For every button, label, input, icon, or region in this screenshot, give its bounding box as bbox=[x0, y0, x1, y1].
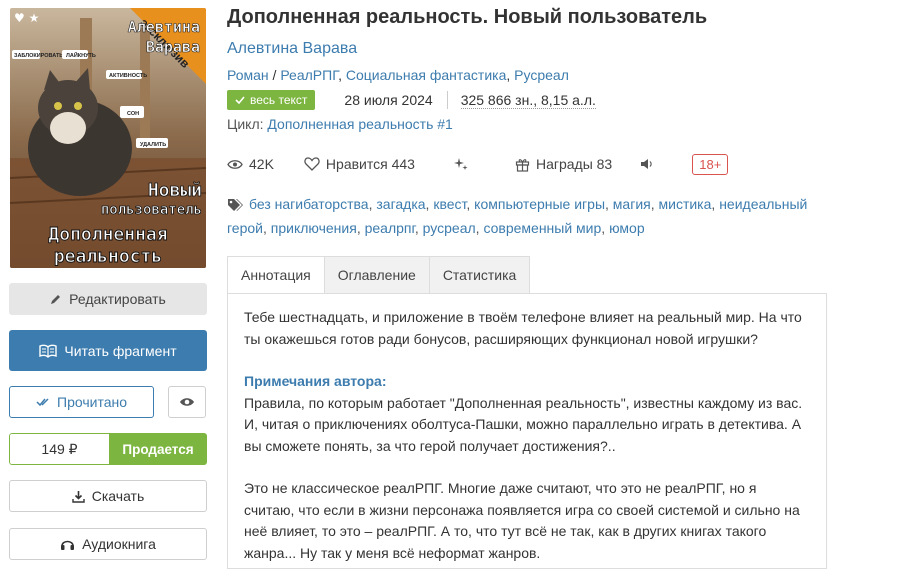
eye-icon bbox=[179, 396, 195, 408]
svg-text:♥ ★: ♥ ★ bbox=[14, 11, 39, 25]
tab-annotation[interactable]: Аннотация bbox=[227, 256, 325, 294]
tag-link[interactable]: магия bbox=[613, 196, 651, 212]
tag-link[interactable]: русреал bbox=[423, 220, 476, 236]
book-size: 325 866 зн., 8,15 а.л. bbox=[460, 91, 596, 109]
speaker-icon bbox=[641, 159, 652, 169]
tag-list: без нагибаторства, загадка, квест, компь… bbox=[227, 196, 808, 236]
tag-link[interactable]: юмор bbox=[609, 220, 645, 236]
svg-text:Новый: Новый bbox=[148, 180, 202, 201]
mark-read-button[interactable]: Прочитано bbox=[9, 386, 154, 418]
edit-button[interactable]: Редактировать bbox=[9, 283, 207, 315]
full-text-badge: весь текст bbox=[227, 90, 316, 110]
tag-link[interactable]: загадка bbox=[376, 196, 425, 212]
cycle-link[interactable]: Дополненная реальность #1 bbox=[267, 116, 452, 132]
genre-link[interactable]: РеалРПГ bbox=[280, 67, 338, 83]
tag-link[interactable]: мистика bbox=[659, 196, 712, 212]
divider bbox=[446, 91, 448, 109]
svg-text:Дополненная: Дополненная bbox=[48, 224, 167, 245]
watch-button[interactable] bbox=[168, 386, 206, 418]
book-meta: весь текст 28 июля 2024 325 866 зн., 8,1… bbox=[227, 90, 596, 110]
tag-link[interactable]: реалрпг bbox=[365, 220, 415, 236]
cycle-info: Цикл: Дополненная реальность #1 bbox=[227, 116, 453, 132]
heart-icon bbox=[304, 157, 320, 171]
edit-button-label: Редактировать bbox=[69, 291, 166, 307]
cover-art: эксклюзив ♥ ★ Алевтина Варава ЗАБЛОКИРОВ… bbox=[10, 8, 206, 268]
gift-icon bbox=[515, 158, 530, 172]
svg-text:СОН: СОН bbox=[127, 111, 139, 117]
tag-link[interactable]: современный мир bbox=[483, 220, 601, 236]
awards-count: Награды 83 bbox=[535, 156, 613, 172]
genre-link[interactable]: Социальная фантастика bbox=[346, 67, 507, 83]
likes-count: Нравится 443 bbox=[325, 156, 415, 172]
author-link[interactable]: Алевтина Варава bbox=[227, 40, 357, 58]
awards-button[interactable]: Награды 83 bbox=[515, 156, 612, 172]
mark-read-label: Прочитано bbox=[57, 394, 127, 410]
genre-list: Роман / РеалРПГ, Социальная фантастика, … bbox=[227, 67, 569, 83]
tag-link[interactable]: приключения bbox=[271, 220, 357, 236]
stats-bar: 42K Нравится 443 Награды 83 18+ bbox=[227, 152, 729, 176]
age-rating-badge: 18+ bbox=[692, 153, 729, 175]
svg-text:АКТИВНОСТЬ: АКТИВНОСТЬ bbox=[109, 73, 147, 79]
audiobook-label: Аудиокнига bbox=[82, 536, 156, 552]
audio-icon-button[interactable] bbox=[640, 158, 660, 170]
tags-icon bbox=[227, 197, 243, 218]
sparkles-icon bbox=[453, 158, 468, 170]
author-notes-text: Правила, по которым работает "Дополненна… bbox=[244, 394, 803, 454]
price-label: 149 ₽ bbox=[9, 433, 109, 465]
like-button[interactable]: Нравится 443 bbox=[304, 156, 415, 172]
headphones-icon bbox=[60, 537, 75, 551]
eye-icon bbox=[227, 159, 243, 169]
svg-text:УДАЛИТЬ: УДАЛИТЬ bbox=[140, 142, 166, 148]
svg-text:ЗАБЛОКИРОВАТЬ: ЗАБЛОКИРОВАТЬ bbox=[14, 53, 63, 59]
svg-text:ЛАЙКНУТЬ: ЛАЙКНУТЬ bbox=[66, 51, 96, 59]
genre-link[interactable]: Роман bbox=[227, 67, 269, 83]
purchase-block[interactable]: 149 ₽ Продается bbox=[9, 433, 207, 465]
book-title: Дополненная реальность. Новый пользовате… bbox=[227, 6, 708, 28]
svg-text:Варава: Варава bbox=[146, 38, 200, 56]
svg-text:пользователь: пользователь bbox=[101, 202, 202, 218]
buy-button[interactable]: Продается bbox=[109, 433, 207, 465]
full-text-label: весь текст bbox=[250, 93, 308, 107]
genre-link[interactable]: Русреал bbox=[514, 67, 569, 83]
book-tabs: Аннотация Оглавление Статистика bbox=[227, 256, 531, 294]
download-label: Скачать bbox=[91, 488, 145, 504]
tag-link[interactable]: компьютерные игры bbox=[474, 196, 605, 212]
svg-text:Алевтина: Алевтина bbox=[128, 18, 200, 36]
tab-statistics[interactable]: Статистика bbox=[429, 256, 531, 294]
tab-contents[interactable]: Оглавление bbox=[324, 256, 430, 294]
tag-link[interactable]: квест bbox=[433, 196, 466, 212]
tag-link[interactable]: без нагибаторства bbox=[249, 196, 369, 212]
svg-text:реальность: реальность bbox=[54, 246, 162, 267]
cycle-label: Цикл: bbox=[227, 116, 264, 132]
author-notes-text: Это не классическое реалРПГ. Многие даже… bbox=[244, 480, 800, 561]
author-notes-heading: Примечания автора: bbox=[244, 373, 387, 389]
sparkles-button[interactable] bbox=[453, 156, 475, 172]
annotation-text: Тебе шестнадцать, и приложение в твоём т… bbox=[244, 309, 802, 347]
views-count: 42K bbox=[249, 156, 274, 172]
book-cover[interactable]: эксклюзив ♥ ★ Алевтина Варава ЗАБЛОКИРОВ… bbox=[10, 8, 206, 268]
annotation-panel: Тебе шестнадцать, и приложение в твоём т… bbox=[227, 293, 827, 569]
read-fragment-label: Читать фрагмент bbox=[64, 342, 177, 359]
open-book-icon bbox=[39, 344, 58, 358]
download-button[interactable]: Скачать bbox=[9, 480, 207, 512]
double-check-icon bbox=[36, 397, 50, 407]
pencil-icon bbox=[50, 293, 62, 305]
views-stat: 42K bbox=[227, 156, 274, 172]
download-icon bbox=[72, 490, 85, 503]
check-icon bbox=[235, 96, 245, 104]
audiobook-button[interactable]: Аудиокнига bbox=[9, 528, 207, 560]
read-fragment-button[interactable]: Читать фрагмент bbox=[9, 330, 207, 371]
publish-date: 28 июля 2024 bbox=[344, 92, 433, 108]
